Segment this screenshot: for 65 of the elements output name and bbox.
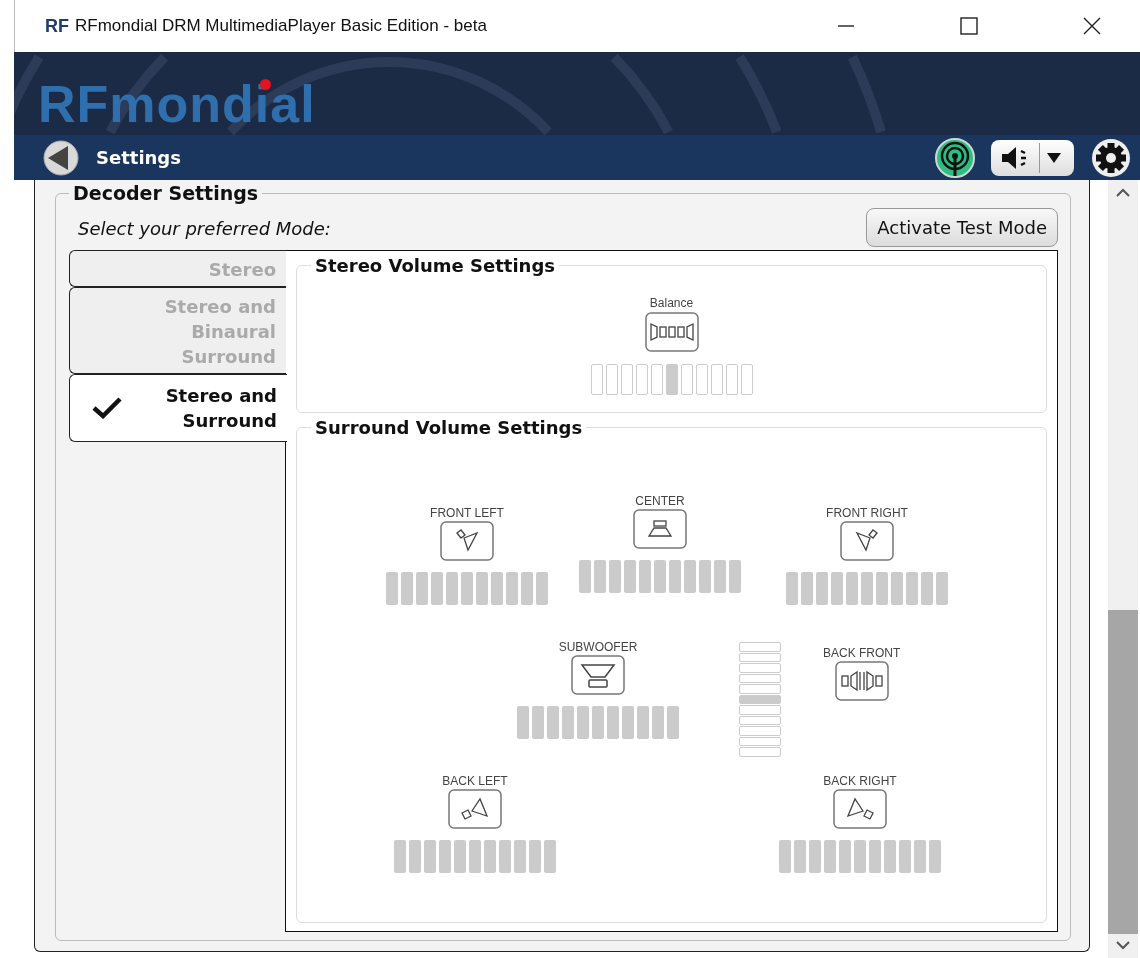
maximize-icon[interactable] [959,16,979,36]
slider-segment[interactable] [620,364,633,395]
audio-dropdown[interactable] [991,139,1074,176]
speaker-icon[interactable] [833,789,887,829]
scrollbar[interactable] [1108,180,1138,958]
slider-segment[interactable] [739,652,781,662]
speaker-icon[interactable] [633,509,687,549]
slider-segment[interactable] [739,715,781,725]
group-title: Stereo Volume Settings [314,255,556,276]
speaker-icon[interactable] [448,789,502,829]
speaker-label: BACK RIGHT [823,774,897,788]
mode-prompt: Select your preferred Mode: [77,218,331,241]
scroll-down-icon[interactable] [1116,940,1130,950]
speaker-icon[interactable] [440,521,494,561]
brand-logo: RFmondial [38,75,316,135]
slider-segment[interactable] [740,364,753,395]
slider-segment[interactable] [590,364,603,395]
slider-segment[interactable] [680,364,693,395]
slider-segment[interactable] [739,663,781,673]
slider-segment[interactable] [739,673,781,683]
slider-segment[interactable] [739,736,781,746]
back-front-slider[interactable] [739,642,781,757]
scroll-up-icon[interactable] [1116,188,1130,198]
close-icon[interactable] [1082,16,1102,36]
slider-segment[interactable] [725,364,738,395]
antenna-icon[interactable] [933,137,977,178]
volume-slider[interactable] [579,560,741,593]
checkmark-icon [92,397,122,419]
slider-segment[interactable] [710,364,723,395]
balance-icon[interactable] [644,312,699,352]
test-mode-button[interactable]: Activate Test Mode [866,208,1058,247]
caret-icon [1046,151,1062,164]
volume-slider[interactable] [786,572,948,605]
speaker-icon[interactable] [571,655,625,695]
volume-slider[interactable] [394,840,556,873]
speaker-label: FRONT LEFT [430,506,504,520]
balance-slider[interactable] [590,364,753,395]
slider-segment[interactable] [650,364,663,395]
slider-segment[interactable] [605,364,618,395]
group-title: Decoder Settings [72,182,260,204]
slider-segment[interactable] [739,684,781,694]
speaker-label: Balance [649,296,694,310]
slider-thumb[interactable] [665,364,678,395]
speaker-icon[interactable] [840,521,894,561]
slider-thumb[interactable] [739,694,781,704]
app-logo: RF [45,15,69,37]
mode-tab[interactable]: Stereo and Surround [69,374,287,442]
speaker-label: SUBWOOFER [558,640,638,654]
slider-segment[interactable] [739,642,781,652]
speaker-label: FRONT RIGHT [826,506,908,520]
speaker-label: BACK FRONT [823,646,901,660]
window-title: RFmondial DRM MultimediaPlayer Basic Edition - beta [75,16,487,36]
slider-segment[interactable] [635,364,648,395]
volume-slider[interactable] [779,840,941,873]
slider-segment[interactable] [739,747,781,757]
group-title: Surround Volume Settings [314,417,584,438]
speaker-icon[interactable] [834,661,889,701]
volume-slider[interactable] [517,706,679,739]
speaker-label: BACK LEFT [442,774,508,788]
volume-slider[interactable] [386,572,548,605]
page-title: Settings [96,147,181,168]
slider-segment[interactable] [739,705,781,715]
speaker-label: CENTER [635,494,685,508]
slider-segment[interactable] [739,726,781,736]
slider-segment[interactable] [695,364,708,395]
